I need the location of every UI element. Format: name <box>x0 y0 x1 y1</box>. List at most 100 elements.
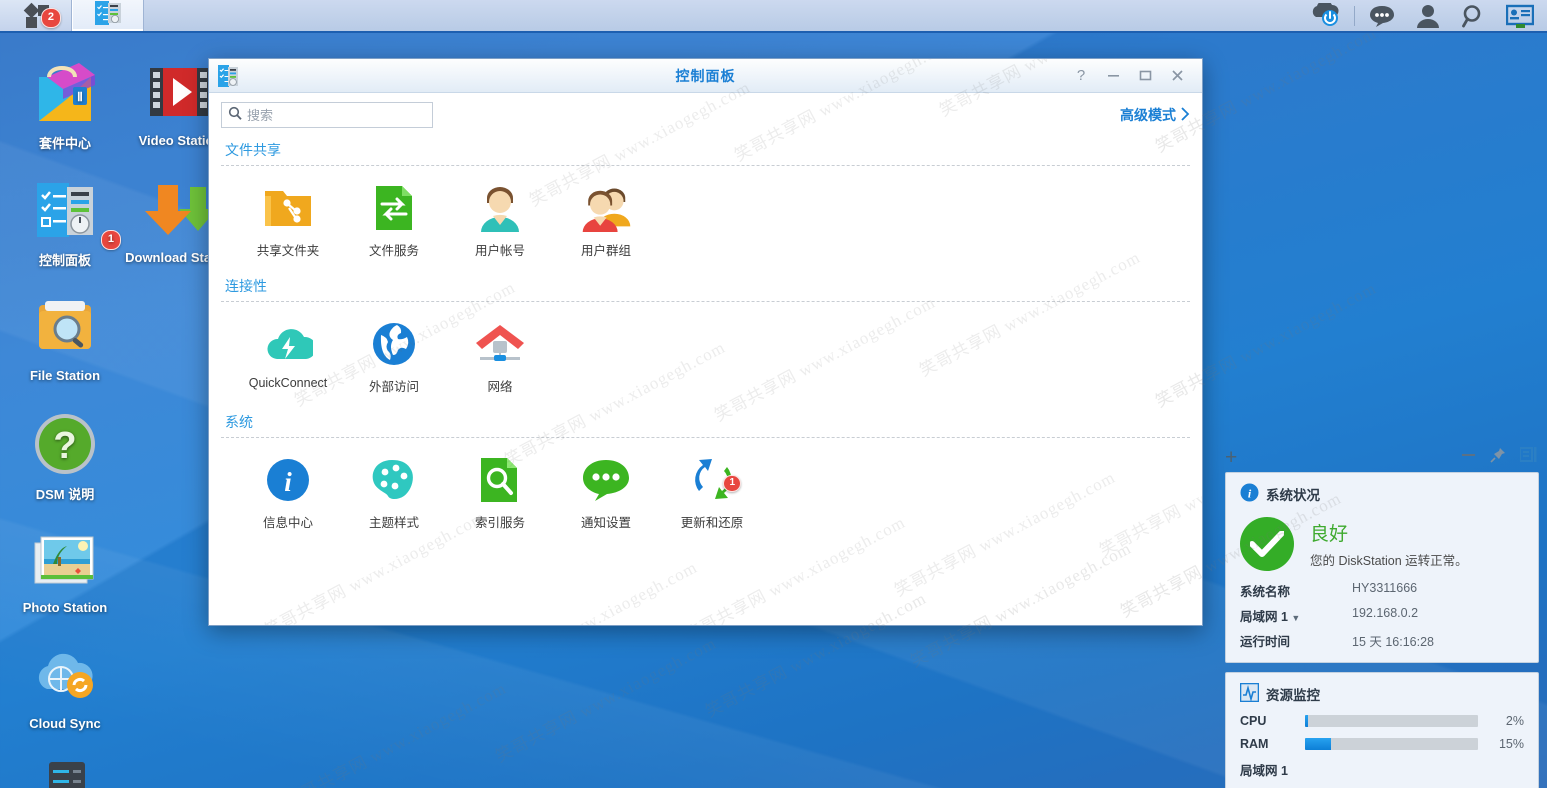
info-value: 15 天 16:16:28 <box>1352 635 1435 649</box>
cp-item-label: 网络 <box>487 380 513 394</box>
main-menu-badge: 2 <box>40 8 61 28</box>
indexing-service-icon <box>447 452 553 508</box>
tray-divider <box>1354 5 1355 26</box>
watermark-text: 笑哥共享网 www.xiaogegh.com <box>282 678 510 788</box>
desktop-icon-control-panel[interactable]: 1 控制面板 <box>5 172 125 269</box>
widget-panel-header: + <box>1215 442 1547 472</box>
desktop-icon-cloud-sync[interactable]: Cloud Sync <box>5 638 125 731</box>
cloud-sync-icon <box>5 638 125 714</box>
control-panel-icon: 1 <box>5 172 125 250</box>
desktop-icon-label: Cloud Sync <box>29 716 101 731</box>
taskbar: 2 <box>0 0 1547 33</box>
cp-item-external-access[interactable]: 外部访问 <box>341 312 447 395</box>
resource-key: 局域网 1 <box>1240 764 1288 778</box>
section-divider <box>221 165 1190 166</box>
network-icon <box>447 316 553 372</box>
search-input[interactable] <box>247 107 426 123</box>
control-panel-window[interactable]: 控制面板 ? 高级模式 <box>208 58 1203 626</box>
info-row-system-name: 系统名称 HY3311666 <box>1240 581 1524 600</box>
widget-system-health: i 系统状况 良好 您的 DiskStation 运转正常。 系统名称 HY33… <box>1225 472 1539 663</box>
minimize-button[interactable] <box>1098 63 1128 89</box>
chat-button[interactable] <box>1359 0 1405 32</box>
taskbar-item-control-panel[interactable] <box>72 0 144 31</box>
section-title-system: 系统 <box>225 414 253 430</box>
external-access-icon <box>341 316 447 372</box>
search-button[interactable] <box>1451 0 1497 32</box>
info-icon: i <box>1240 483 1259 505</box>
desktop-icon-dsm-help[interactable]: ? DSM 说明 <box>5 406 125 503</box>
pin-icon[interactable] <box>1490 447 1506 468</box>
storage-manager-icon <box>5 752 125 788</box>
window-toolbar: 高级模式 <box>209 93 1202 137</box>
window-title: 控制面板 <box>675 67 736 84</box>
cp-item-shared-folder[interactable]: 共享文件夹 <box>235 176 341 259</box>
search-icon <box>228 106 242 125</box>
user-account-icon <box>447 180 553 236</box>
watermark-text: 笑哥共享网 www.xiaogegh.com <box>473 557 701 625</box>
info-row-uptime: 运行时间 15 天 16:16:28 <box>1240 631 1524 650</box>
resource-monitor-icon <box>1239 682 1260 705</box>
user-button[interactable] <box>1405 0 1451 32</box>
widget-resource-monitor: 资源监控 CPU 2% RAM 15% 局域网 1 <box>1225 672 1539 788</box>
section-grid-system: i 信息中心 主题样式 索引服务 通知设置 1 更新和还原 <box>221 444 1190 545</box>
desktop-icon-label: DSM 说明 <box>35 487 95 502</box>
shared-folder-icon <box>235 180 341 236</box>
desktop-icon-label: Photo Station <box>22 600 108 615</box>
power-button[interactable] <box>1304 0 1350 32</box>
photo-station-icon <box>5 522 125 598</box>
info-value: 192.168.0.2 <box>1352 606 1419 620</box>
info-row-lan[interactable]: 局域网 1 ▼ 192.168.0.2 <box>1240 606 1524 625</box>
widget-title-row: 资源监控 <box>1239 682 1524 705</box>
cp-item-indexing-service[interactable]: 索引服务 <box>447 448 553 531</box>
cp-item-badge: 1 <box>723 475 741 492</box>
notification-button[interactable] <box>1497 0 1543 32</box>
cp-item-file-services[interactable]: 文件服务 <box>341 176 447 259</box>
widget-panel: + i 系统状况 良好 您的 DiskStation 运转正常。 系统名称 HY… <box>1215 442 1547 788</box>
info-key[interactable]: 局域网 1 ▼ <box>1240 606 1352 625</box>
cp-item-quickconnect[interactable]: QuickConnect <box>235 312 341 395</box>
desktop-icon-badge: 1 <box>100 230 121 250</box>
cp-item-info-center[interactable]: i 信息中心 <box>235 448 341 531</box>
svg-text:i: i <box>284 467 292 497</box>
cpu-usage-bar <box>1305 715 1478 727</box>
desktop-icon-storage-manager[interactable] <box>5 752 125 788</box>
close-button[interactable] <box>1162 63 1192 89</box>
resource-row-cpu: CPU 2% <box>1240 714 1524 728</box>
cp-item-label: 主题样式 <box>368 516 419 530</box>
widget-minimize-button[interactable] <box>1461 448 1476 466</box>
cp-item-label: QuickConnect <box>248 376 328 390</box>
cp-item-network[interactable]: 网络 <box>447 312 553 395</box>
desktop-icon-package-center[interactable]: Ⅱ 套件中心 <box>5 55 125 152</box>
update-restore-icon: 1 <box>659 452 765 508</box>
desktop-icon-photo-station[interactable]: Photo Station <box>5 522 125 615</box>
system-status-text: 良好 <box>1310 524 1349 545</box>
info-key-label: 局域网 1 <box>1240 610 1288 624</box>
control-panel-body: 文件共享 共享文件夹 文件服务 用户帐号 用户群组 连接性 QuickConne… <box>209 137 1202 545</box>
quickconnect-icon <box>235 316 341 372</box>
taskbar-empty-area <box>144 0 1304 31</box>
chevron-down-icon[interactable]: ▼ <box>1291 613 1300 623</box>
desktop-icon-file-station[interactable]: File Station <box>5 290 125 383</box>
help-button[interactable]: ? <box>1066 63 1096 89</box>
cp-item-notification-settings[interactable]: 通知设置 <box>553 448 659 531</box>
info-center-icon: i <box>235 452 341 508</box>
window-titlebar[interactable]: 控制面板 ? <box>209 59 1202 93</box>
section-divider <box>221 437 1190 438</box>
search-box[interactable] <box>221 102 433 128</box>
advanced-mode-button[interactable]: 高级模式 <box>1120 105 1190 125</box>
widget-title-row: i 系统状况 <box>1240 483 1524 505</box>
resource-key: RAM <box>1240 737 1269 751</box>
cp-item-user-account[interactable]: 用户帐号 <box>447 176 553 259</box>
dock-icon[interactable] <box>1519 447 1537 467</box>
cp-item-update-restore[interactable]: 1 更新和还原 <box>659 448 765 531</box>
chevron-right-icon <box>1180 106 1190 124</box>
maximize-button[interactable] <box>1130 63 1160 89</box>
section-title-connectivity: 连接性 <box>225 278 267 294</box>
add-widget-button[interactable]: + <box>1225 447 1237 468</box>
cp-item-label: 文件服务 <box>368 244 419 258</box>
ram-usage-bar <box>1305 738 1478 750</box>
cp-item-label: 更新和还原 <box>680 516 744 530</box>
cp-item-user-group[interactable]: 用户群组 <box>553 176 659 259</box>
cp-item-theme[interactable]: 主题样式 <box>341 448 447 531</box>
main-menu-button[interactable]: 2 <box>0 0 72 31</box>
